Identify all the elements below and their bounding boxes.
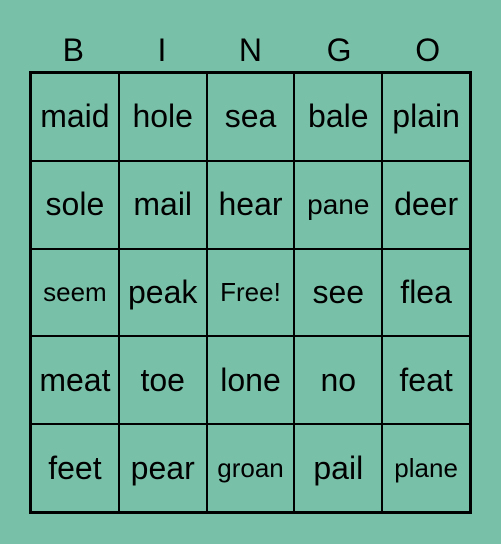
bingo-cell[interactable]: maid: [31, 73, 119, 161]
header-letter-o: O: [415, 32, 441, 68]
bingo-cell[interactable]: hole: [118, 73, 207, 161]
bingo-cell[interactable]: toe: [118, 336, 207, 425]
free-space-cell[interactable]: Free!: [206, 248, 295, 337]
bingo-card: maid hole sea bale plain sole mail hear …: [29, 71, 472, 514]
header-letter-g: G: [326, 32, 352, 68]
bingo-cell[interactable]: lone: [206, 336, 295, 425]
bingo-cell[interactable]: bale: [294, 73, 383, 161]
bingo-cell[interactable]: peak: [118, 248, 207, 337]
bingo-cell[interactable]: plane: [382, 424, 470, 512]
bingo-cell[interactable]: feet: [31, 424, 119, 512]
bingo-cell[interactable]: feat: [382, 336, 470, 425]
bingo-cell[interactable]: meat: [31, 336, 119, 425]
header-letter-n: N: [238, 32, 263, 68]
bingo-cell[interactable]: see: [294, 248, 383, 337]
header-letter-i: I: [157, 32, 167, 68]
bingo-cell[interactable]: seem: [31, 248, 119, 337]
bingo-cell[interactable]: groan: [206, 424, 295, 512]
bingo-cell[interactable]: no: [294, 336, 383, 425]
bingo-header: B I N G O: [29, 30, 472, 70]
header-letter-b: B: [62, 32, 84, 68]
bingo-cell[interactable]: pane: [294, 160, 383, 249]
bingo-cell[interactable]: sea: [206, 73, 295, 161]
bingo-cell[interactable]: deer: [382, 160, 470, 249]
bingo-cell[interactable]: hear: [206, 160, 295, 249]
bingo-cell[interactable]: mail: [118, 160, 207, 249]
bingo-cell[interactable]: sole: [31, 160, 119, 249]
bingo-cell[interactable]: flea: [382, 248, 470, 337]
bingo-cell[interactable]: pear: [118, 424, 207, 512]
bingo-cell[interactable]: plain: [382, 73, 470, 161]
bingo-cell[interactable]: pail: [294, 424, 383, 512]
